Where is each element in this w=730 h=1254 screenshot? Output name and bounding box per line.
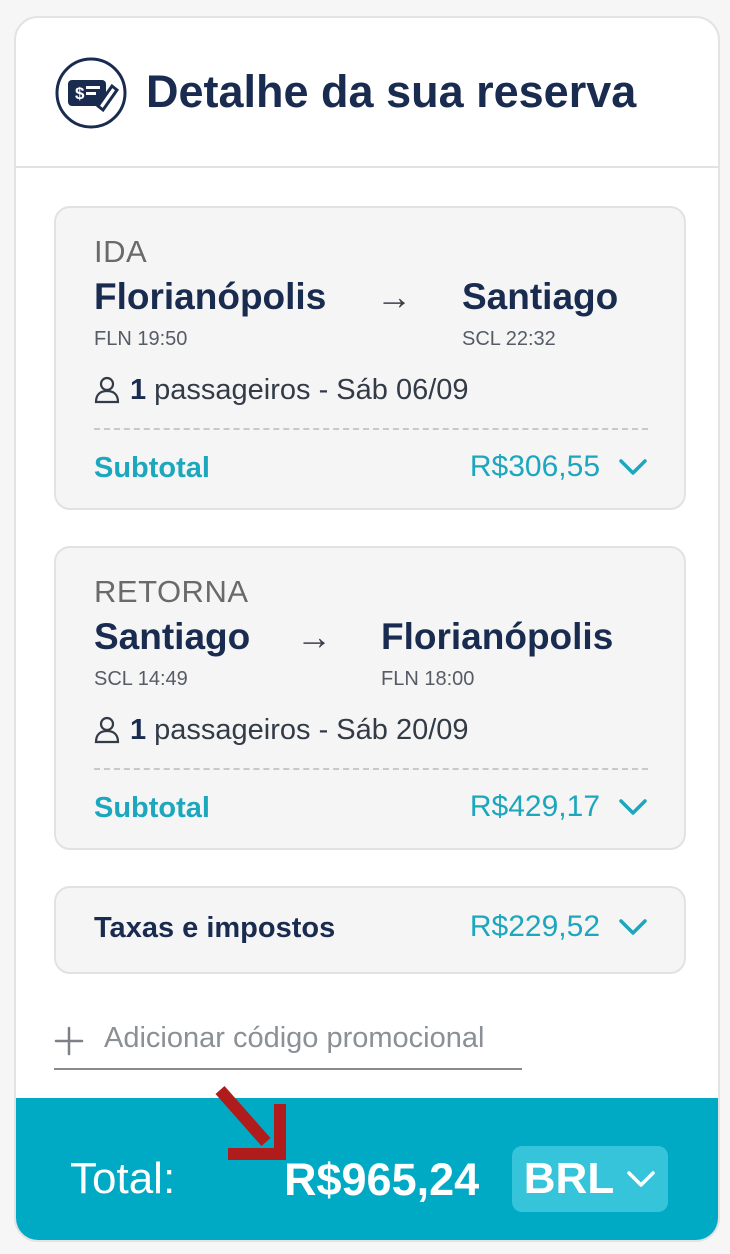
- subtotal-label: Subtotal: [94, 792, 210, 824]
- subtotal-value: R$306,55: [469, 450, 600, 483]
- destination-code-time: FLN 18:00: [381, 668, 475, 690]
- taxes-label: Taxas e impostos: [94, 912, 336, 944]
- subtotal-toggle[interactable]: R$429,17: [470, 790, 648, 824]
- person-icon: [94, 716, 120, 744]
- chevron-down-icon: [619, 459, 647, 475]
- destination-city: Florianópolis: [381, 616, 614, 657]
- destination-code-time: SCL 22:32: [462, 328, 556, 350]
- subtotal-value: R$429,17: [469, 790, 600, 823]
- total-bar: Total: R$965,24 BRL: [16, 1098, 718, 1240]
- origin-city: Florianópolis: [94, 276, 327, 317]
- dashed-divider: [94, 428, 648, 430]
- currency-selector[interactable]: BRL: [512, 1146, 668, 1212]
- chevron-down-icon: [619, 799, 647, 815]
- page-title: Detalhe da sua reserva: [146, 66, 637, 117]
- taxes-value: R$229,52: [469, 910, 600, 943]
- dashed-divider: [94, 768, 648, 770]
- promo-code-label: Adicionar código promocional: [104, 1022, 485, 1054]
- destination-city: Santiago: [462, 276, 619, 317]
- passenger-date-text: passageiros - Sáb 06/09: [154, 373, 469, 406]
- subtotal-toggle[interactable]: R$306,55: [470, 450, 648, 484]
- origin-code-time: FLN 19:50: [94, 328, 188, 350]
- taxes-toggle[interactable]: R$229,52: [470, 910, 648, 944]
- chevron-down-icon: [627, 1171, 655, 1187]
- card-header: $ Detalhe da sua reserva: [16, 18, 718, 168]
- chevron-down-icon: [619, 919, 647, 935]
- origin-code-time: SCL 14:49: [94, 668, 188, 690]
- person-icon: [94, 376, 120, 404]
- segment-label: RETORNA: [94, 574, 249, 609]
- passenger-info: 1 passageiros - Sáb 06/09: [94, 370, 469, 410]
- plus-icon: [54, 1026, 84, 1056]
- booking-summary-card: $ Detalhe da sua reserva IDA Florianópol…: [14, 16, 720, 1242]
- svg-text:$: $: [75, 84, 85, 103]
- passenger-count: 1: [130, 373, 147, 406]
- total-value: R$965,24: [284, 1154, 480, 1205]
- add-promo-code-button[interactable]: Adicionar código promocional: [54, 1018, 522, 1070]
- annotation-arrow-icon: [215, 1086, 286, 1160]
- outbound-segment: IDA Florianópolis → Santiago FLN 19:50 S…: [54, 206, 686, 510]
- segment-label: IDA: [94, 234, 148, 269]
- arrow-right-icon: →: [296, 616, 332, 657]
- passenger-date-text: passageiros - Sáb 20/09: [154, 713, 469, 746]
- origin-city: Santiago: [94, 616, 251, 657]
- price-tag-icon: $: [55, 57, 127, 129]
- passenger-info: 1 passageiros - Sáb 20/09: [94, 710, 469, 750]
- total-label: Total:: [70, 1154, 176, 1203]
- currency-label: BRL: [523, 1154, 615, 1203]
- subtotal-label: Subtotal: [94, 452, 210, 484]
- passenger-count: 1: [130, 713, 147, 746]
- taxes-row[interactable]: Taxas e impostos R$229,52: [54, 886, 686, 974]
- arrow-right-icon: →: [376, 276, 412, 317]
- return-segment: RETORNA Santiago → Florianópolis SCL 14:…: [54, 546, 686, 850]
